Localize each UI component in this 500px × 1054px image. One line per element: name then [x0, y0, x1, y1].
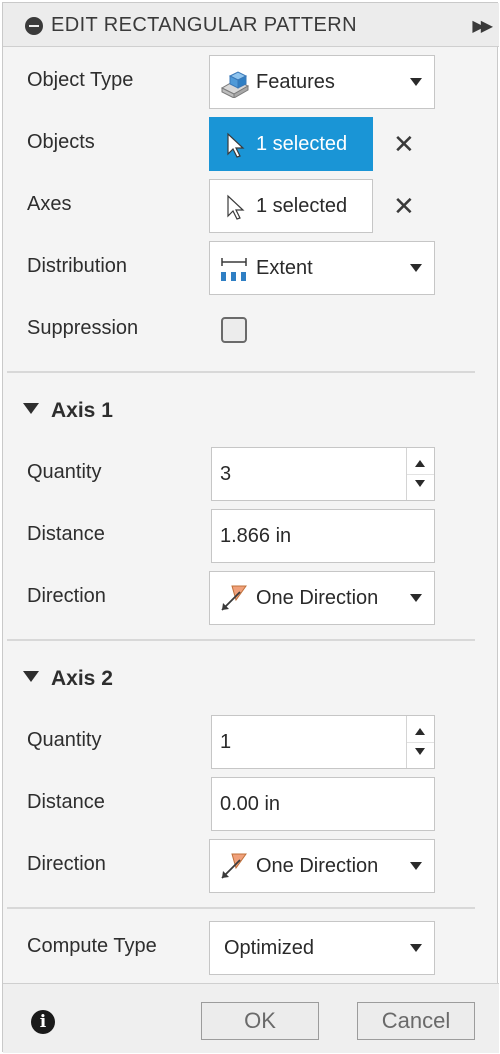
spin-up-icon[interactable]: [415, 728, 425, 735]
axis2-quantity-value: 1: [220, 731, 232, 753]
edit-rectangular-pattern-dialog: EDIT RECTANGULAR PATTERN ▶▶ Object Type …: [2, 2, 499, 1053]
expand-arrows-icon[interactable]: ▶▶: [472, 16, 493, 36]
dialog-titlebar[interactable]: EDIT RECTANGULAR PATTERN ▶▶: [3, 3, 499, 47]
collapse-minus-icon[interactable]: [25, 17, 43, 35]
divider: [7, 371, 475, 373]
chevron-down-icon: [410, 594, 422, 602]
cancel-button[interactable]: Cancel: [357, 1002, 475, 1040]
distribution-value: Extent: [256, 257, 313, 279]
compute-type-label: Compute Type: [27, 935, 157, 957]
divider: [7, 639, 475, 641]
spin-separator: [407, 742, 434, 743]
distribution-label: Distribution: [27, 255, 128, 277]
ok-button[interactable]: OK: [201, 1002, 319, 1040]
axis2-distance-input[interactable]: 0.00 in: [211, 777, 435, 831]
spinner[interactable]: [406, 448, 434, 500]
axis2-direction-label: Direction: [27, 853, 106, 875]
axis2-section-header[interactable]: Axis 2: [23, 667, 113, 691]
chevron-down-icon: [410, 862, 422, 870]
distribution-dropdown[interactable]: Extent: [209, 241, 435, 295]
axis1-distance-input[interactable]: 1.866 in: [211, 509, 435, 563]
axis1-quantity-value: 3: [220, 463, 232, 485]
direction-flag-arrow-icon: [221, 585, 247, 611]
axis1-header-label: Axis 1: [51, 399, 113, 422]
objects-selection-button[interactable]: 1 selected: [209, 117, 373, 171]
chevron-down-icon: [410, 944, 422, 952]
axis1-quantity-stepper[interactable]: 3: [211, 447, 435, 501]
clear-objects-close-icon[interactable]: ✕: [393, 131, 415, 157]
object-type-dropdown[interactable]: Features: [209, 55, 435, 109]
suppression-checkbox[interactable]: [221, 317, 247, 343]
clear-axes-close-icon[interactable]: ✕: [393, 193, 415, 219]
axis1-section-header[interactable]: Axis 1: [23, 399, 113, 423]
dialog-title: EDIT RECTANGULAR PATTERN: [51, 14, 357, 36]
divider: [7, 907, 475, 909]
triangle-down-icon: [23, 403, 39, 414]
axis2-quantity-stepper[interactable]: 1: [211, 715, 435, 769]
features-cube-icon: [220, 71, 250, 98]
axis1-quantity-label: Quantity: [27, 461, 102, 483]
objects-value: 1 selected: [256, 133, 348, 155]
axes-value: 1 selected: [256, 195, 348, 217]
axis1-distance-value: 1.866 in: [220, 525, 292, 547]
suppression-label: Suppression: [27, 317, 139, 339]
axis1-direction-value: One Direction: [256, 587, 379, 609]
cursor-arrow-icon: [227, 132, 245, 158]
axes-label: Axes: [27, 193, 72, 215]
axes-selection-button[interactable]: 1 selected: [209, 179, 373, 233]
objects-label: Objects: [27, 131, 95, 153]
spin-down-icon[interactable]: [415, 748, 425, 755]
triangle-down-icon: [23, 671, 39, 682]
axis2-direction-dropdown[interactable]: One Direction: [209, 839, 435, 893]
compute-type-dropdown[interactable]: Optimized: [209, 921, 435, 975]
axis1-direction-dropdown[interactable]: One Direction: [209, 571, 435, 625]
axis2-direction-value: One Direction: [256, 855, 379, 877]
axis1-distance-label: Distance: [27, 523, 105, 545]
spin-up-icon[interactable]: [415, 460, 425, 467]
extent-distribution-icon: [221, 258, 247, 281]
object-type-value: Features: [256, 71, 335, 93]
chevron-down-icon: [410, 264, 422, 272]
axis1-direction-label: Direction: [27, 585, 106, 607]
cursor-arrow-icon: [227, 194, 245, 220]
info-icon[interactable]: i: [31, 1010, 55, 1034]
axis2-distance-label: Distance: [27, 791, 105, 813]
axis2-header-label: Axis 2: [51, 667, 113, 690]
compute-type-value: Optimized: [224, 937, 315, 959]
chevron-down-icon: [410, 78, 422, 86]
object-type-label: Object Type: [27, 69, 134, 91]
axis2-distance-value: 0.00 in: [220, 793, 281, 815]
spin-down-icon[interactable]: [415, 480, 425, 487]
dialog-footer: i OK Cancel: [3, 983, 499, 1053]
spinner[interactable]: [406, 716, 434, 768]
axis2-quantity-label: Quantity: [27, 729, 102, 751]
direction-flag-arrow-icon: [221, 853, 247, 879]
spin-separator: [407, 474, 434, 475]
